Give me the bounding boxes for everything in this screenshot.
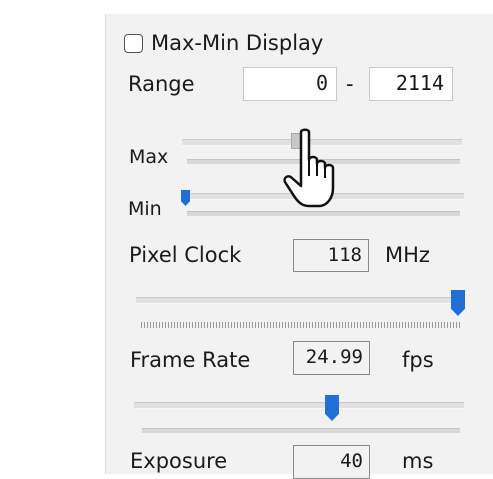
hand-pointer-icon xyxy=(282,128,344,214)
exposure-value: 40 xyxy=(293,445,370,479)
pixel-clock-slider[interactable] xyxy=(136,297,462,304)
frame-rate-unit: fps xyxy=(402,348,434,372)
range-label: Range xyxy=(128,72,195,96)
frame-rate-slider-groove xyxy=(142,428,460,433)
exposure-unit: ms xyxy=(402,449,434,473)
pixel-clock-value: 118 xyxy=(293,239,369,272)
frame-rate-slider[interactable] xyxy=(134,402,464,409)
pixel-clock-label: Pixel Clock xyxy=(129,243,242,267)
frame-rate-value: 24.99 xyxy=(293,341,370,375)
max-label: Max xyxy=(129,146,169,168)
max-min-display-label[interactable]: Max-Min Display xyxy=(151,31,323,55)
exposure-label: Exposure xyxy=(130,449,228,473)
pixel-clock-ticks xyxy=(141,322,461,328)
range-min-input[interactable]: 0 xyxy=(243,67,337,101)
pixel-clock-unit: MHz xyxy=(385,243,430,267)
min-label: Min xyxy=(128,198,162,220)
range-separator: - xyxy=(346,72,354,96)
frame-rate-label: Frame Rate xyxy=(130,348,251,372)
range-max-input[interactable]: 2114 xyxy=(369,67,453,101)
max-min-display-checkbox[interactable] xyxy=(124,34,143,53)
